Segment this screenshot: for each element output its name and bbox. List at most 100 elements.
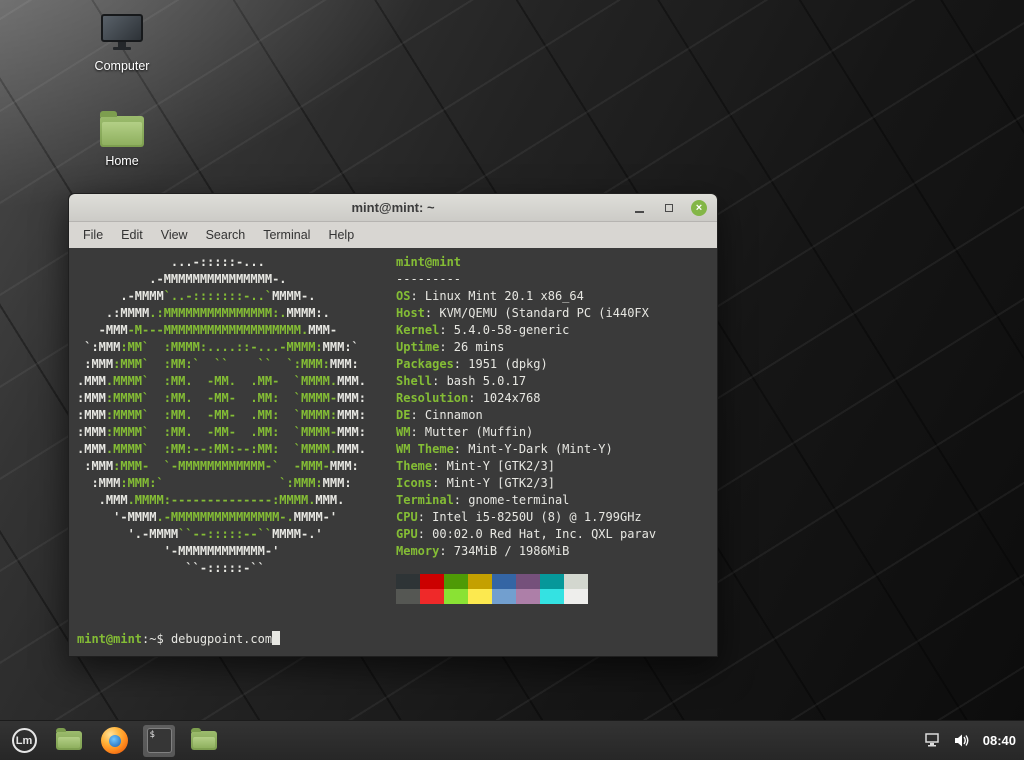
ascii-line: .:MMMM.:MMMMMMMMMMMMMMM:.MMMM:. [77,306,330,320]
info-line: Shell: bash 5.0.17 [396,374,527,388]
prompt-user: mint@mint [77,632,143,646]
mint-logo-icon: Lm [11,728,37,753]
menu-help[interactable]: Help [319,228,363,242]
palette-swatch [444,589,468,604]
palette-swatch [540,589,564,604]
ascii-line: '-MMMMMMMMMMMM-' [77,544,280,558]
desktop: Computer Home mint@mint: ~ × File Edit V… [0,0,1024,760]
ascii-line: :MMM:MMM- `-MMMMMMMMMMMM-` -MMM-MMM: [77,459,359,473]
ascii-line: '-MMMM.-MMMMMMMMMMMMMMM-.MMMM-' [77,510,338,524]
window-title: mint@mint: ~ [351,200,435,215]
info-line: GPU: 00:02.0 Red Hat, Inc. QXL parav [396,527,657,541]
palette-swatch [564,589,588,604]
palette-swatch [564,574,588,589]
close-button[interactable]: × [691,200,707,216]
mint-menu-button[interactable]: Lm [8,725,40,757]
ascii-line: :MMM:MMMM` :MM. -MM- .MM: `MMMM:MMM: [77,408,366,422]
network-icon[interactable] [925,733,942,748]
prompt-separator: :~$ [142,632,171,646]
system-tray: 08:40 [925,733,1016,748]
palette-swatch [396,574,420,589]
info-line: Uptime: 26 mins [396,340,505,354]
palette-swatch [420,589,444,604]
info-line: CPU: Intel i5-8250U (8) @ 1.799GHz [396,510,642,524]
info-line: Icons: Mint-Y [GTK2/3] [396,476,555,490]
palette-row [396,574,656,589]
terminal-task-button[interactable]: $ [143,724,175,757]
palette-swatch [492,574,516,589]
terminal-icon: $ [146,728,172,753]
palette-swatch [468,589,492,604]
ascii-line: .MMM.MMMM:--------------:MMMM.MMM. [77,493,345,507]
palette-swatch [492,589,516,604]
palette-swatch [540,574,564,589]
info-line: WM Theme: Mint-Y-Dark (Mint-Y) [396,442,613,456]
computer-icon [101,14,143,52]
ascii-line: .-MMMM`..-:::::::-..`MMMM-. [77,289,316,303]
folder-icon [191,728,217,750]
info-line: WM: Mutter (Muffin) [396,425,534,439]
info-line: Terminal: gnome-terminal [396,493,570,507]
info-line: OS: Linux Mint 20.1 x86_64 [396,289,584,303]
ascii-line: .-MMMMMMMMMMMMMMM-. [77,272,287,286]
desktop-icon-computer[interactable]: Computer [84,14,160,73]
palette-swatch [444,574,468,589]
neofetch-info: mint@mint --------- OS: Linux Mint 20.1 x8… [396,254,656,604]
neofetch-ascii: ...-:::::-... .-MMMMMMMMMMMMMMM-. .-MMMM… [77,254,366,604]
taskbar: Lm $ 08:40 [0,720,1024,760]
prompt-command: debugpoint.com [170,632,273,646]
files-button[interactable] [188,725,220,757]
titlebar[interactable]: mint@mint: ~ × [69,194,717,222]
minimize-icon [634,210,644,213]
ascii-line: `:MMM:MM` :MMMM:....::-...-MMMM:MMM:` [77,340,359,354]
desktop-icon-label: Home [105,154,139,168]
minimize-button[interactable] [631,200,647,216]
home-folder-icon [100,111,144,147]
info-line: Memory: 734MiB / 1986MiB [396,544,570,558]
desktop-icon-home[interactable]: Home [84,110,160,168]
computer-screen [101,14,143,42]
palette-row [396,589,656,604]
terminal-window: mint@mint: ~ × File Edit View Search Ter… [68,193,718,657]
terminal-body[interactable]: ...-:::::-... .-MMMMMMMMMMMMMMM-. .-MMMM… [69,248,717,656]
ascii-line: .MMM.MMMM` :MM:--:MM:--:MM: `MMMM.MMM. [77,442,366,456]
ascii-line: :MMM:MMMM` :MM. -MM- .MM: `MMMM-MMM: [77,425,366,439]
palette-swatch [516,589,540,604]
taskbar-left: Lm $ [8,724,220,757]
desktop-icon-label: Computer [94,59,150,73]
menu-edit[interactable]: Edit [112,228,152,242]
palette-swatch [468,574,492,589]
firefox-button[interactable] [98,725,130,757]
volume-icon[interactable] [954,733,971,748]
neofetch-output: ...-:::::-... .-MMMMMMMMMMMMMMM-. .-MMMM… [77,254,709,604]
file-manager-button[interactable] [53,725,85,757]
menu-view[interactable]: View [152,228,197,242]
info-line: Theme: Mint-Y [GTK2/3] [396,459,555,473]
text-cursor [272,631,281,645]
palette-swatch [420,574,444,589]
ascii-line: :MMM:MMMM` :MM. -MM- .MM: `MMMM-MMM: [77,391,366,405]
ascii-line: '.-MMMM``--:::::--``MMMM-.' [77,527,323,541]
menu-terminal[interactable]: Terminal [254,228,319,242]
ascii-line: .MMM.MMMM` :MM. -MM. .MM- `MMMM.MMM. [77,374,366,388]
palette-swatch [516,574,540,589]
menu-search[interactable]: Search [197,228,255,242]
menu-file[interactable]: File [74,228,112,242]
prompt-line: mint@mint:~$ debugpoint.com [77,631,709,648]
computer-base [113,47,131,50]
menu-bar: File Edit View Search Terminal Help [69,222,717,248]
firefox-icon [100,727,128,754]
info-line: --------- [396,272,462,286]
maximize-button[interactable] [661,200,677,216]
info-line: Resolution: 1024x768 [396,391,541,405]
info-line: DE: Cinnamon [396,408,483,422]
ascii-line: -MMM-M---MMMMMMMMMMMMMMMMMMM.MMM- [77,323,338,337]
info-line: Packages: 1951 (dpkg) [396,357,548,371]
clock[interactable]: 08:40 [983,733,1016,748]
window-controls: × [631,194,707,222]
ascii-line: ``-:::::-`` [77,561,265,575]
info-line: mint@mint [396,255,462,269]
folder-icon [56,728,82,750]
maximize-icon [665,204,673,212]
info-line: Kernel: 5.4.0-58-generic [396,323,570,337]
